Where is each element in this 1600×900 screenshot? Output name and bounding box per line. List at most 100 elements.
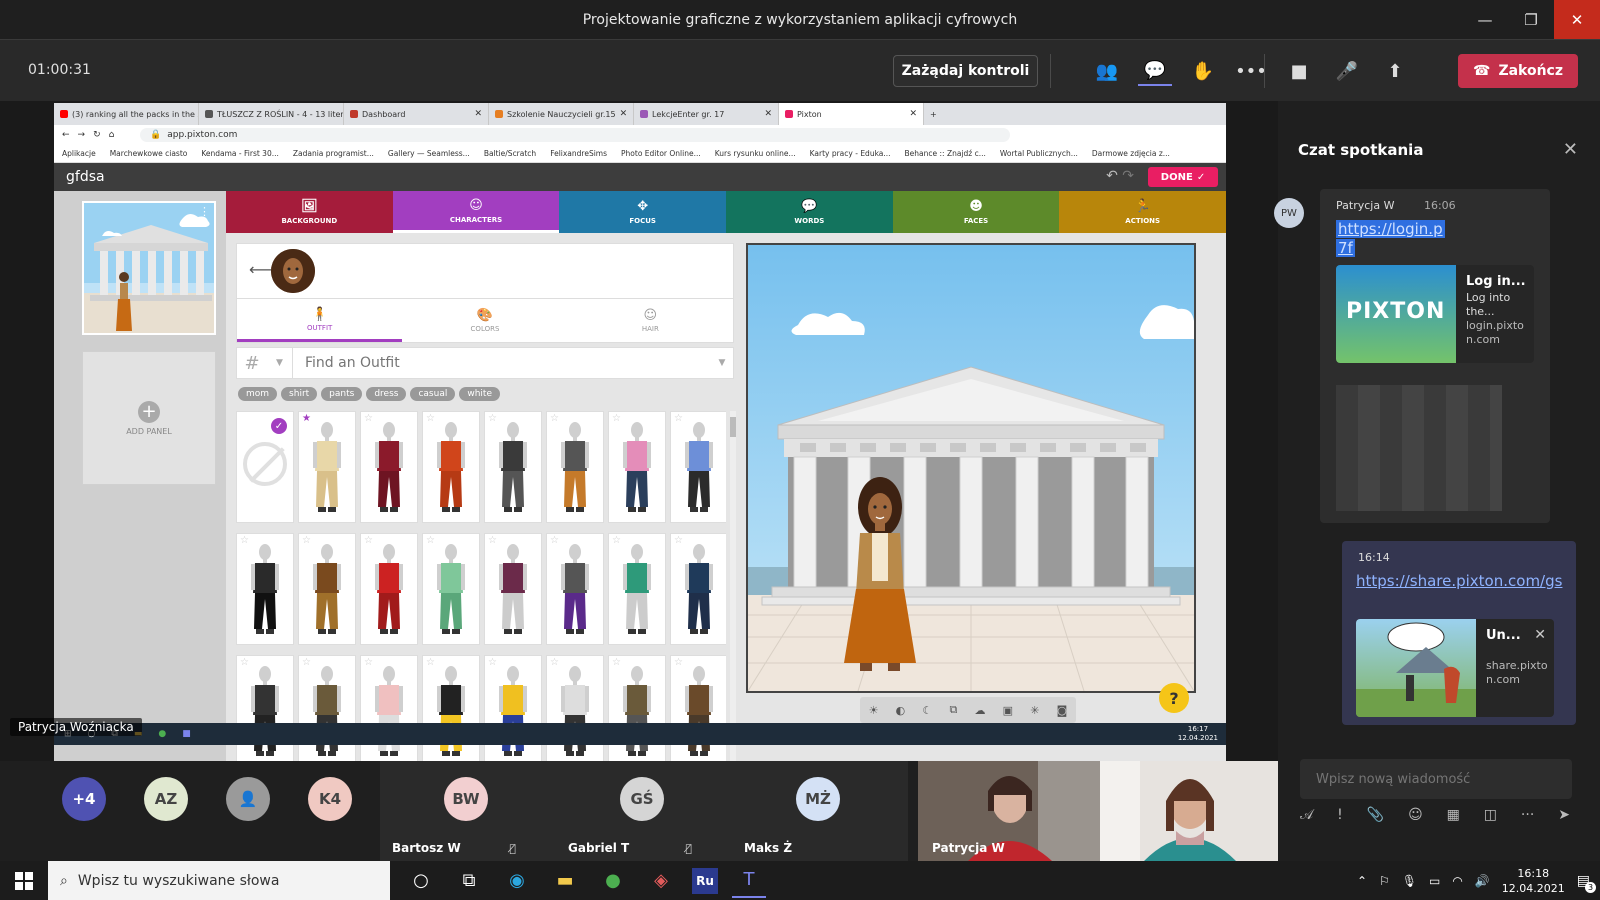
share-screen-icon[interactable]: ⬆ [1378, 56, 1412, 86]
outfit-option[interactable]: ☆ [236, 655, 294, 763]
sparkle-icon[interactable]: ✳ [1030, 704, 1039, 717]
minimize-button[interactable]: — [1462, 0, 1508, 39]
bookmark-item[interactable]: Zadania programist... [293, 149, 374, 158]
format-icon[interactable]: 𝒜 [1300, 807, 1313, 823]
outfit-option[interactable]: ☆ [298, 655, 356, 763]
participant-avatar[interactable]: K4 [308, 777, 352, 821]
undo-icon[interactable]: ↶ ↷ [1106, 168, 1134, 184]
outfit-tag[interactable]: shirt [281, 387, 318, 401]
message-link[interactable]: https://share.pixton.com/gs [1356, 572, 1562, 590]
brightness-icon[interactable]: ☀ [869, 704, 879, 717]
bookmark-item[interactable]: Aplikacje [62, 149, 96, 158]
network-icon[interactable]: ⚐ [1379, 874, 1390, 888]
outfit-option[interactable]: ☆ [670, 533, 726, 645]
chevron-down-icon[interactable]: ▼ [267, 347, 293, 379]
sticker-icon[interactable]: ◫ [1484, 807, 1497, 823]
outfit-scrollbar[interactable] [730, 411, 736, 763]
browser-tab[interactable]: (3) ranking all the packs in the si✕ [54, 103, 199, 125]
reactions-icon[interactable]: ✋ [1186, 56, 1220, 86]
chevron-up-icon[interactable]: ⌃ [1357, 874, 1367, 888]
close-icon[interactable]: ✕ [1534, 627, 1546, 643]
outfit-tag[interactable]: mom [238, 387, 278, 401]
outfit-tag[interactable]: pants [321, 387, 363, 401]
participants-icon[interactable]: 👥 [1090, 56, 1124, 86]
close-tab-icon[interactable]: ✕ [474, 109, 482, 119]
add-panel-button[interactable]: + ADD PANEL [82, 351, 216, 485]
outfit-option[interactable]: ☆ [422, 411, 480, 523]
outfit-option[interactable]: ☆ [422, 655, 480, 763]
close-tab-icon[interactable]: ✕ [909, 109, 917, 119]
outfit-search-input[interactable] [293, 348, 711, 378]
image-icon[interactable]: ▣ [1003, 704, 1013, 717]
participant-avatar[interactable]: AZ [144, 777, 188, 821]
outfit-option[interactable]: ★ [298, 411, 356, 523]
message-link[interactable]: https://login.p [1336, 220, 1445, 238]
tool-tab-actions[interactable]: 🏃 ACTIONS [1059, 191, 1226, 233]
bookmark-item[interactable]: Kurs rysunku online... [715, 149, 796, 158]
attach-icon[interactable]: 📎 [1367, 807, 1384, 823]
crop-icon[interactable]: ⧉ [949, 703, 957, 717]
bookmark-item[interactable]: Gallery — Seamless... [388, 149, 470, 158]
outfit-option[interactable]: ☆ [298, 533, 356, 645]
outfit-option[interactable]: ☆ [546, 533, 604, 645]
maximize-button[interactable]: ❐ [1508, 0, 1554, 39]
send-icon[interactable]: ➤ [1558, 807, 1570, 823]
request-control-button[interactable]: Zażądaj kontroli [893, 55, 1038, 87]
participant-tile[interactable]: MŻ Maks Ż [732, 761, 908, 861]
chat-icon[interactable]: 💬 [1138, 56, 1172, 86]
video-tile[interactable]: Patrycja W [918, 761, 1100, 861]
tool-tab-characters[interactable]: ☺ CHARACTERS [392, 191, 560, 233]
taskbar-clock[interactable]: 16:18 12.04.2021 [1502, 866, 1565, 896]
browser-tab[interactable]: TŁUSZCZ Z ROŚLIN - 4 - 13 liter✕ [199, 103, 344, 125]
outfit-option[interactable]: ✓ [236, 411, 294, 523]
outfit-option[interactable]: ☆ [608, 655, 666, 763]
ru-app-icon[interactable]: Ru [692, 867, 718, 894]
teams-icon[interactable]: T [732, 864, 766, 898]
outfit-option[interactable]: ☆ [422, 533, 480, 645]
bookmark-item[interactable]: Behance :: Znajdź c... [905, 149, 986, 158]
outfit-option[interactable]: ☆ [484, 533, 542, 645]
hash-filter-icon[interactable]: # [237, 353, 267, 374]
browser-tab[interactable]: Dashboard ✕ [344, 103, 489, 125]
microphone-icon[interactable]: 🎙 [1402, 874, 1417, 888]
outfit-option[interactable]: ☆ [236, 533, 294, 645]
comic-canvas[interactable] [746, 243, 1196, 693]
subtab-outfit[interactable]: 🧍 OUTFIT [237, 299, 403, 342]
outfit-option[interactable]: ☆ [608, 411, 666, 523]
app-icon[interactable]: ◈ [644, 864, 678, 898]
outfit-option[interactable]: ☆ [670, 411, 726, 523]
end-call-button[interactable]: ☎ Zakończ [1458, 54, 1578, 88]
redo-icon[interactable]: ↷ [1122, 168, 1134, 184]
cloud-icon[interactable]: ☁ [974, 704, 985, 717]
panel-menu-icon[interactable]: ⋮ [199, 205, 210, 218]
back-arrow-icon[interactable]: ⟵ [249, 260, 272, 279]
back-icon[interactable]: ← [62, 130, 70, 140]
link-preview-card[interactable]: Un... share.pixton.com ✕ [1356, 619, 1554, 717]
chevron-down-icon[interactable]: ▼ [711, 358, 733, 368]
tool-tab-focus[interactable]: ✥ FOCUS [559, 191, 727, 233]
outfit-option[interactable]: ☆ [360, 411, 418, 523]
camera-snapshot-icon[interactable]: ◙ [1057, 704, 1068, 717]
chat-message-input[interactable] [1300, 759, 1572, 799]
outfit-option[interactable]: ☆ [484, 655, 542, 763]
panel-thumbnail[interactable]: ⋮ [82, 201, 216, 335]
tool-tab-words[interactable]: 💬 WORDS [726, 191, 893, 233]
windows-start-icon[interactable] [0, 861, 48, 900]
bookmark-item[interactable]: Karty pracy - Eduka... [810, 149, 891, 158]
close-tab-icon[interactable]: ✕ [620, 109, 628, 119]
volume-icon[interactable]: 🔊 [1475, 874, 1490, 888]
tool-tab-background[interactable]: 🖼 BACKGROUND [226, 191, 393, 233]
bookmark-item[interactable]: Darmowe zdjęcia z... [1092, 149, 1170, 158]
subtab-colors[interactable]: 🎨 COLORS [402, 299, 567, 342]
outfit-option[interactable]: ☆ [546, 655, 604, 763]
taskbar-search[interactable]: ⌕ Wpisz tu wyszukiwane słowa [48, 861, 390, 900]
dusk-icon[interactable]: ◐ [896, 704, 906, 717]
outfit-tag[interactable]: dress [366, 387, 407, 401]
notifications-icon[interactable]: ▤ 3 [1577, 873, 1596, 893]
outfit-tag[interactable]: casual [410, 387, 456, 401]
new-tab-button[interactable]: + [924, 103, 948, 125]
video-tile[interactable] [1100, 761, 1278, 861]
message-link-continued[interactable]: 7f [1336, 239, 1355, 257]
subtab-hair[interactable]: ☺ HAIR [568, 299, 733, 342]
task-view-icon[interactable]: ⧉ [452, 864, 486, 898]
